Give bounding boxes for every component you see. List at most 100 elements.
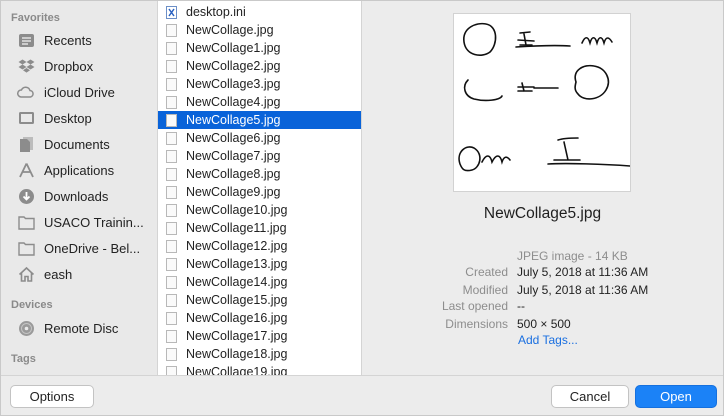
file-row[interactable]: NewCollage.jpg: [158, 21, 361, 39]
file-row-selected[interactable]: NewCollage5.jpg: [158, 111, 361, 129]
file-row[interactable]: NewCollage17.jpg: [158, 327, 361, 345]
file-name: NewCollage6.jpg: [186, 131, 281, 145]
sidebar-item-label: USACO Trainin...: [44, 214, 144, 230]
image-file-icon: [166, 131, 177, 145]
file-name: NewCollage11.jpg: [186, 221, 287, 235]
file-name: NewCollage17.jpg: [186, 329, 288, 343]
open-file-dialog: Favorites Recents Dropbox iCloud Drive D…: [0, 0, 724, 416]
sidebar-item-label: OneDrive - Bel...: [44, 240, 141, 256]
created-value: July 5, 2018 at 11:36 AM: [517, 265, 649, 279]
image-file-icon: [166, 23, 177, 37]
sidebar-item-dropbox[interactable]: Dropbox: [17, 55, 155, 77]
sidebar-item-label: eash: [44, 266, 73, 282]
file-name: NewCollage2.jpg: [186, 59, 281, 73]
image-file-icon: [166, 239, 177, 253]
sidebar-item-icloud-drive[interactable]: iCloud Drive: [17, 81, 155, 103]
info-last-opened-row: Last opened --: [362, 299, 723, 315]
file-name: NewCollage19.jpg: [186, 365, 288, 375]
sidebar-item-applications[interactable]: Applications: [17, 159, 155, 181]
image-file-icon: [166, 275, 177, 289]
file-name: NewCollage5.jpg: [186, 113, 281, 127]
file-row[interactable]: NewCollage6.jpg: [158, 129, 361, 147]
file-name: NewCollage12.jpg: [186, 239, 288, 253]
file-name: NewCollage14.jpg: [186, 275, 288, 289]
file-list[interactable]: desktop.ini NewCollage.jpg NewCollage1.jpg…: [158, 1, 362, 375]
sidebar: Favorites Recents Dropbox iCloud Drive D…: [1, 1, 158, 375]
favorites-header: Favorites: [11, 12, 60, 24]
dimensions-value: 500 × 500: [517, 317, 571, 331]
file-row[interactable]: NewCollage11.jpg: [158, 219, 361, 237]
dialog-footer: Options Cancel Open: [1, 375, 723, 415]
file-name: NewCollage8.jpg: [186, 167, 281, 181]
image-file-icon: [166, 149, 177, 163]
icloud-icon: [17, 83, 35, 101]
image-file-icon: [166, 293, 177, 307]
dimensions-label: Dimensions: [445, 317, 508, 331]
image-file-icon: [166, 185, 177, 199]
file-name: NewCollage.jpg: [186, 23, 274, 37]
sidebar-item-recents[interactable]: Recents: [17, 29, 155, 51]
sidebar-item-usaco-training[interactable]: USACO Trainin...: [17, 211, 155, 233]
file-row[interactable]: NewCollage13.jpg: [158, 255, 361, 273]
documents-icon: [17, 135, 35, 153]
file-kind: JPEG image - 14 KB: [517, 249, 628, 263]
downloads-icon: [17, 187, 35, 205]
sidebar-item-desktop[interactable]: Desktop: [17, 107, 155, 129]
file-row[interactable]: NewCollage1.jpg: [158, 39, 361, 57]
image-file-icon: [166, 365, 177, 375]
sidebar-item-onedrive[interactable]: OneDrive - Bel...: [17, 237, 155, 259]
file-row[interactable]: NewCollage2.jpg: [158, 57, 361, 75]
folder-icon: [17, 213, 35, 231]
dropbox-icon: [17, 57, 35, 75]
options-button[interactable]: Options: [10, 385, 94, 408]
image-file-icon: [166, 167, 177, 181]
file-row[interactable]: NewCollage14.jpg: [158, 273, 361, 291]
file-name: NewCollage7.jpg: [186, 149, 281, 163]
image-file-icon: [166, 257, 177, 271]
sidebar-item-label: Recents: [44, 32, 92, 48]
sidebar-item-label: Desktop: [44, 110, 92, 126]
last-opened-value: --: [517, 299, 525, 313]
info-dimensions-row: Dimensions 500 × 500: [362, 317, 723, 333]
file-row[interactable]: NewCollage18.jpg: [158, 345, 361, 363]
disc-icon: [17, 319, 35, 337]
file-row[interactable]: NewCollage10.jpg: [158, 201, 361, 219]
file-row[interactable]: NewCollage16.jpg: [158, 309, 361, 327]
sidebar-item-label: Remote Disc: [44, 320, 119, 336]
file-row[interactable]: NewCollage4.jpg: [158, 93, 361, 111]
created-label: Created: [465, 265, 508, 279]
info-modified-row: Modified July 5, 2018 at 11:36 AM: [362, 283, 723, 299]
open-button[interactable]: Open: [635, 385, 717, 408]
sidebar-item-eash[interactable]: eash: [17, 263, 155, 285]
file-row[interactable]: NewCollage19.jpg: [158, 363, 361, 375]
file-row[interactable]: NewCollage15.jpg: [158, 291, 361, 309]
sidebar-item-documents[interactable]: Documents: [17, 133, 155, 155]
desktop-icon: [17, 109, 35, 127]
last-opened-label: Last opened: [441, 299, 508, 313]
sidebar-item-label: Downloads: [44, 188, 109, 204]
file-name: NewCollage4.jpg: [186, 95, 281, 109]
file-row[interactable]: NewCollage3.jpg: [158, 75, 361, 93]
file-row[interactable]: NewCollage12.jpg: [158, 237, 361, 255]
file-row[interactable]: NewCollage8.jpg: [158, 165, 361, 183]
file-name: NewCollage9.jpg: [186, 185, 281, 199]
info-created-row: Created July 5, 2018 at 11:36 AM: [362, 265, 723, 281]
file-row[interactable]: desktop.ini: [158, 3, 361, 21]
file-name: NewCollage3.jpg: [186, 77, 281, 91]
image-file-icon: [166, 203, 177, 217]
sidebar-item-remote-disc[interactable]: Remote Disc: [17, 317, 155, 339]
image-file-icon: [166, 329, 177, 343]
preview-pane: NewCollage5.jpg JPEG image - 14 KB Creat…: [362, 1, 723, 375]
cancel-button[interactable]: Cancel: [551, 385, 629, 408]
applications-icon: [17, 161, 35, 179]
add-tags-link[interactable]: Add Tags...: [518, 333, 578, 347]
file-name: NewCollage1.jpg: [186, 41, 281, 55]
file-name: NewCollage15.jpg: [186, 293, 288, 307]
sidebar-item-label: iCloud Drive: [44, 84, 115, 100]
tags-header: Tags: [11, 353, 36, 365]
image-file-icon: [166, 95, 177, 109]
file-row[interactable]: NewCollage9.jpg: [158, 183, 361, 201]
info-kind-row: JPEG image - 14 KB: [362, 249, 723, 265]
file-row[interactable]: NewCollage7.jpg: [158, 147, 361, 165]
sidebar-item-downloads[interactable]: Downloads: [17, 185, 155, 207]
